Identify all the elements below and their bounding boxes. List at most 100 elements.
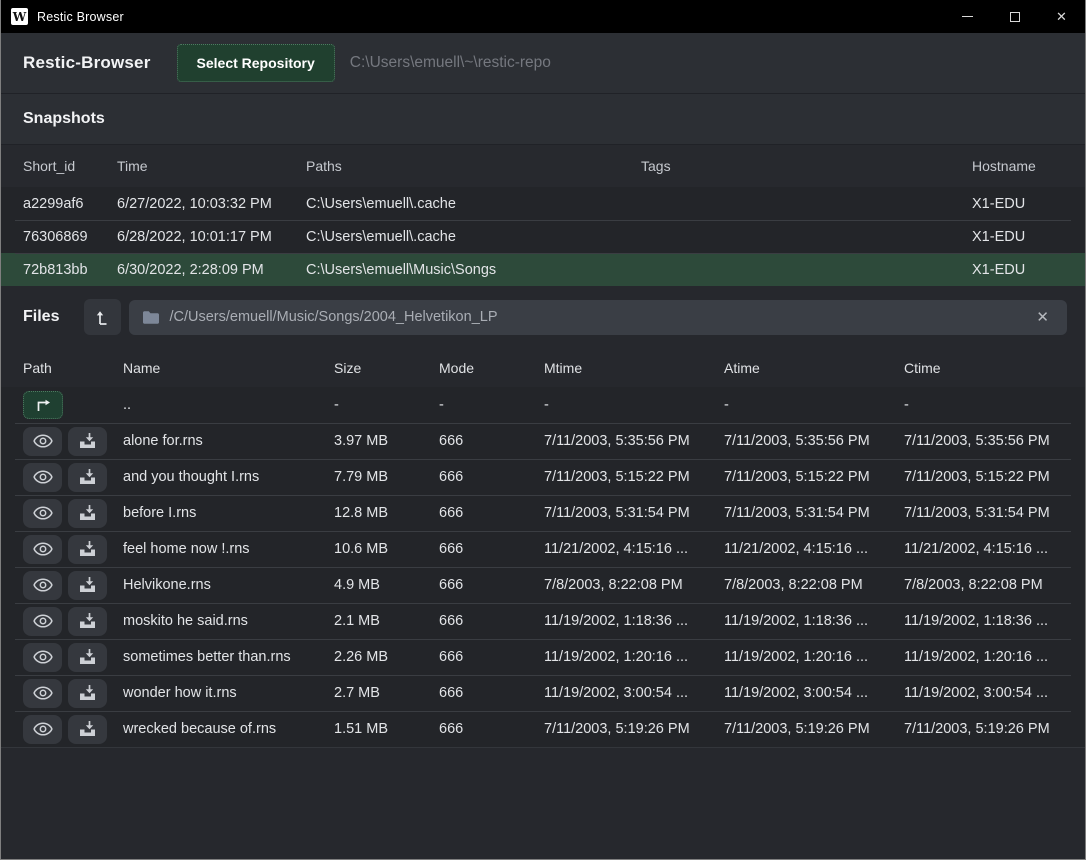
- file-size: 4.9 MB: [334, 577, 439, 593]
- files-bar: Files /C/Users/emuell/Music/Songs/2004_H…: [1, 286, 1085, 348]
- column-atime: Atime: [724, 360, 904, 376]
- file-row: alone for.rns 3.97 MB 666 7/11/2003, 5:3…: [1, 423, 1085, 459]
- file-mode: 666: [439, 685, 544, 701]
- file-ctime: 7/11/2003, 5:15:22 PM: [904, 469, 1063, 485]
- file-name: and you thought I.rns: [123, 469, 334, 485]
- snapshot-row[interactable]: a2299af6 6/27/2022, 10:03:32 PM C:\Users…: [1, 187, 1085, 220]
- download-file-button[interactable]: [68, 715, 107, 744]
- app-title: Restic-Browser: [23, 53, 151, 73]
- download-icon: [79, 685, 96, 701]
- column-path: Path: [23, 360, 123, 376]
- view-file-button[interactable]: [23, 499, 62, 528]
- file-size: 7.79 MB: [334, 469, 439, 485]
- select-repository-button[interactable]: Select Repository: [177, 44, 335, 82]
- snapshot-short-id: 76306869: [23, 229, 117, 245]
- column-mode: Mode: [439, 360, 544, 376]
- snapshot-time: 6/28/2022, 10:01:17 PM: [117, 229, 306, 245]
- maximize-icon: [1010, 12, 1020, 22]
- close-button[interactable]: ✕: [1038, 0, 1085, 33]
- files-table: .. - - - - - alone for.rns: [1, 387, 1085, 748]
- column-mtime: Mtime: [544, 360, 724, 376]
- column-size: Size: [334, 360, 439, 376]
- download-file-button[interactable]: [68, 679, 107, 708]
- close-icon: ✕: [1056, 10, 1067, 23]
- file-row: wrecked because of.rns 1.51 MB 666 7/11/…: [1, 711, 1085, 747]
- download-file-button[interactable]: [68, 499, 107, 528]
- view-file-button[interactable]: [23, 607, 62, 636]
- download-icon: [79, 721, 96, 737]
- view-file-button[interactable]: [23, 643, 62, 672]
- snapshot-row[interactable]: 76306869 6/28/2022, 10:01:17 PM C:\Users…: [1, 220, 1085, 253]
- file-atime: 7/11/2003, 5:31:54 PM: [724, 505, 904, 521]
- file-mtime: 11/19/2002, 1:18:36 ...: [544, 613, 724, 629]
- file-name: moskito he said.rns: [123, 613, 334, 629]
- file-atime: -: [724, 397, 904, 413]
- download-icon: [79, 541, 96, 557]
- download-file-button[interactable]: [68, 571, 107, 600]
- file-name: sometimes better than.rns: [123, 649, 334, 665]
- file-size: 3.97 MB: [334, 433, 439, 449]
- file-row: wonder how it.rns 2.7 MB 666 11/19/2002,…: [1, 675, 1085, 711]
- download-file-button[interactable]: [68, 643, 107, 672]
- view-file-button[interactable]: [23, 679, 62, 708]
- file-size: 12.8 MB: [334, 505, 439, 521]
- snapshots-heading: Snapshots: [23, 110, 105, 128]
- file-mode: 666: [439, 433, 544, 449]
- column-name: Name: [123, 360, 334, 376]
- file-atime: 11/21/2002, 4:15:16 ...: [724, 541, 904, 557]
- eye-icon: [33, 686, 53, 700]
- download-icon: [79, 469, 96, 485]
- view-file-button[interactable]: [23, 463, 62, 492]
- snapshot-paths: C:\Users\emuell\.cache: [306, 196, 641, 212]
- file-ctime: 7/11/2003, 5:19:26 PM: [904, 721, 1063, 737]
- snapshots-table: a2299af6 6/27/2022, 10:03:32 PM C:\Users…: [1, 187, 1085, 286]
- column-short-id: Short_id: [23, 158, 117, 174]
- navigate-up-button[interactable]: [23, 391, 63, 419]
- file-ctime: 7/11/2003, 5:35:56 PM: [904, 433, 1063, 449]
- view-file-button[interactable]: [23, 535, 62, 564]
- snapshot-paths: C:\Users\emuell\.cache: [306, 229, 641, 245]
- download-file-button[interactable]: [68, 427, 107, 456]
- file-row: Helvikone.rns 4.9 MB 666 7/8/2003, 8:22:…: [1, 567, 1085, 603]
- view-file-button[interactable]: [23, 427, 62, 456]
- file-atime: 7/11/2003, 5:35:56 PM: [724, 433, 904, 449]
- file-mtime: 7/11/2003, 5:35:56 PM: [544, 433, 724, 449]
- view-file-button[interactable]: [23, 715, 62, 744]
- file-atime: 7/11/2003, 5:15:22 PM: [724, 469, 904, 485]
- wails-logo-icon: W: [11, 8, 28, 25]
- file-name: wrecked because of.rns: [123, 721, 334, 737]
- download-file-button[interactable]: [68, 607, 107, 636]
- snapshot-time: 6/27/2022, 10:03:32 PM: [117, 196, 306, 212]
- file-mtime: 7/11/2003, 5:19:26 PM: [544, 721, 724, 737]
- download-file-button[interactable]: [68, 535, 107, 564]
- current-path-field[interactable]: /C/Users/emuell/Music/Songs/2004_Helveti…: [129, 300, 1067, 335]
- view-file-button[interactable]: [23, 571, 62, 600]
- file-mode: 666: [439, 505, 544, 521]
- snapshot-short-id: 72b813bb: [23, 262, 117, 278]
- minimize-button[interactable]: [944, 0, 991, 33]
- file-mode: -: [439, 397, 544, 413]
- go-to-root-button[interactable]: [84, 299, 121, 335]
- file-name: alone for.rns: [123, 433, 334, 449]
- file-ctime: -: [904, 397, 1063, 413]
- snapshot-short-id: a2299af6: [23, 196, 117, 212]
- current-path-value: /C/Users/emuell/Music/Songs/2004_Helveti…: [169, 309, 1032, 325]
- file-mode: 666: [439, 721, 544, 737]
- clear-path-button[interactable]: ✕: [1032, 308, 1053, 327]
- title-bar[interactable]: W Restic Browser ✕: [1, 0, 1085, 33]
- window-controls: ✕: [944, 0, 1085, 33]
- download-file-button[interactable]: [68, 463, 107, 492]
- column-paths: Paths: [306, 158, 641, 174]
- file-row: and you thought I.rns 7.79 MB 666 7/11/2…: [1, 459, 1085, 495]
- snapshot-hostname: X1-EDU: [972, 229, 1063, 245]
- file-mtime: 11/19/2002, 3:00:54 ...: [544, 685, 724, 701]
- download-icon: [79, 649, 96, 665]
- snapshot-row-selected[interactable]: 72b813bb 6/30/2022, 2:28:09 PM C:\Users\…: [1, 253, 1085, 286]
- snapshot-paths: C:\Users\emuell\Music\Songs: [306, 262, 641, 278]
- maximize-button[interactable]: [991, 0, 1038, 33]
- file-row: feel home now !.rns 10.6 MB 666 11/21/20…: [1, 531, 1085, 567]
- arrow-up-then-right-icon: [35, 399, 51, 412]
- file-mode: 666: [439, 469, 544, 485]
- download-icon: [79, 433, 96, 449]
- eye-icon: [33, 434, 53, 448]
